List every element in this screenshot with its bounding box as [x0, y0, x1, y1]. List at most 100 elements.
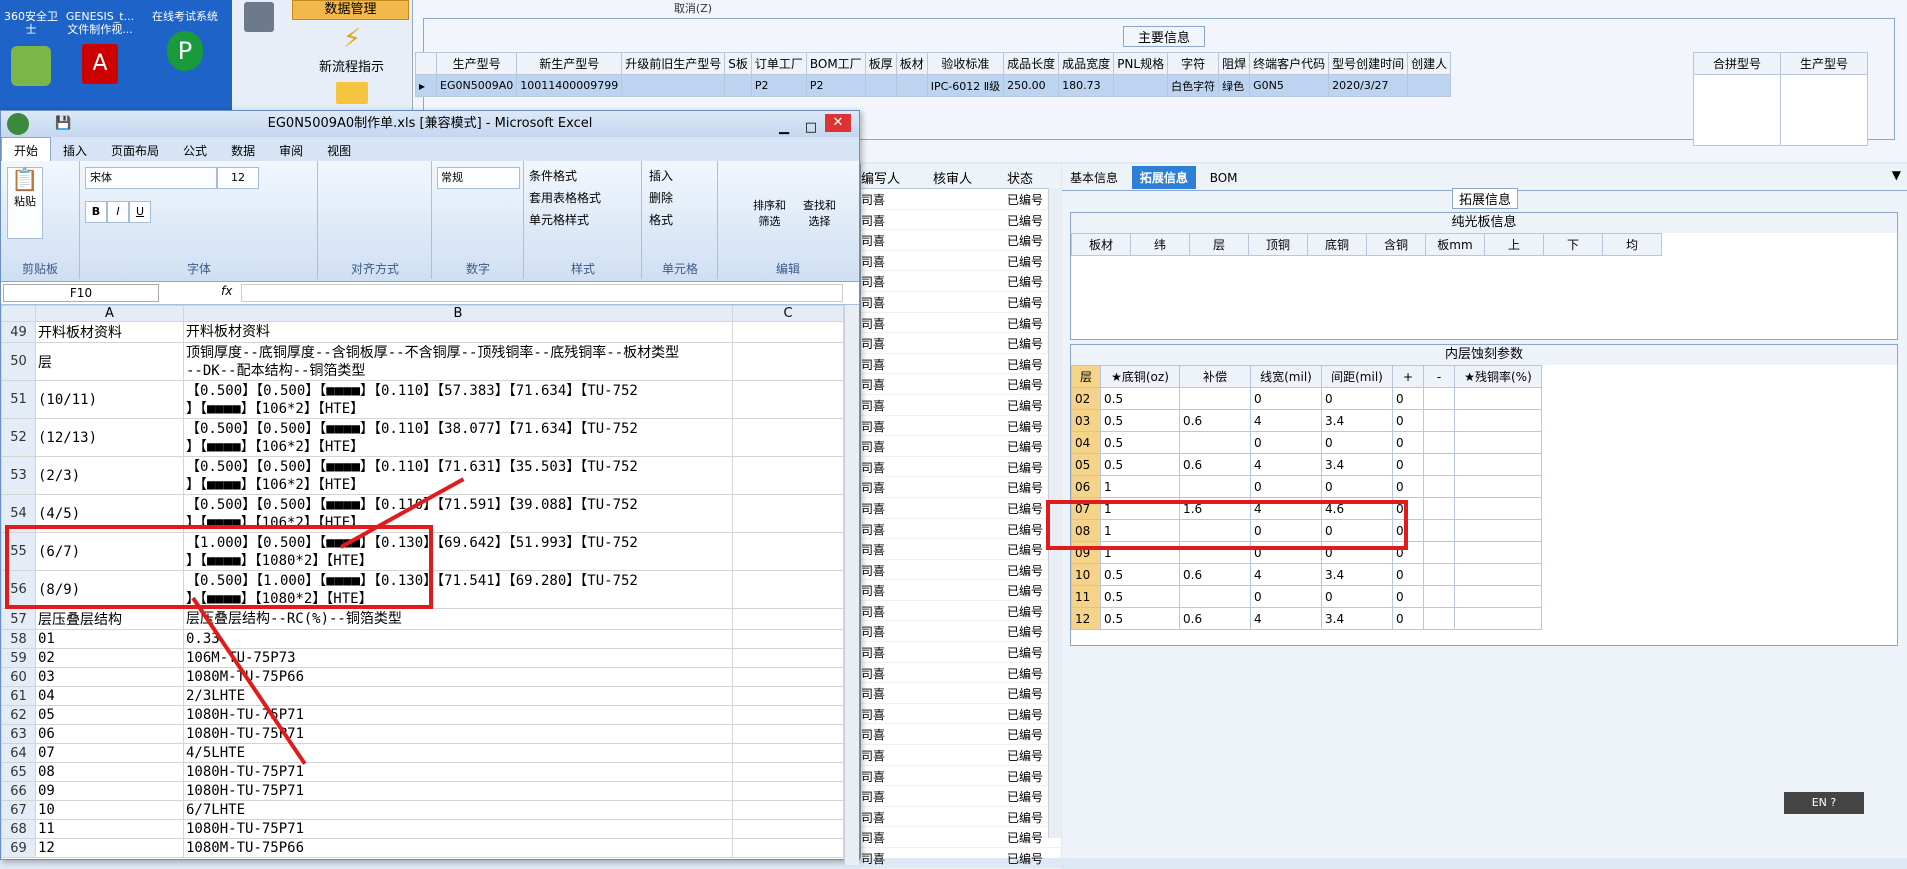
cell-a[interactable]: 层 [35, 342, 184, 381]
list-item[interactable]: 司喜 已编号 [861, 848, 1061, 869]
column-header[interactable]: + [1392, 365, 1424, 388]
paste-button[interactable]: 📋 粘贴 [7, 167, 43, 239]
column-header[interactable]: 升级前旧生产型号 [621, 52, 726, 75]
column-header[interactable]: 均 [1602, 233, 1662, 256]
row-header[interactable]: 57 [1, 608, 36, 630]
cell-a[interactable]: 02 [35, 648, 184, 668]
list-item[interactable]: 司喜 已编号 [861, 292, 1061, 313]
nav-item-data-mgmt[interactable]: 数据管理 [292, 0, 409, 20]
column-header[interactable]: 型号创建时间 [1328, 52, 1409, 75]
list-item[interactable]: 司喜 已编号 [861, 436, 1061, 457]
cell-c[interactable] [732, 781, 844, 801]
cell-b[interactable]: 1080H-TU-75P71 [183, 781, 733, 801]
row-header[interactable]: 58 [1, 629, 36, 649]
cell-b[interactable]: 4/5LHTE [183, 743, 733, 763]
delete-cells-button[interactable]: 删除 [649, 187, 673, 209]
cell-c[interactable] [732, 570, 844, 609]
row-header[interactable]: 61 [1, 686, 36, 706]
list-item[interactable]: 司喜 已编号 [861, 642, 1061, 663]
column-header[interactable]: B [183, 305, 733, 322]
row-header[interactable]: 60 [1, 667, 36, 687]
ribbon-tab-2[interactable]: 页面布局 [99, 138, 171, 163]
list-item[interactable]: 司喜 已编号 [861, 827, 1061, 848]
computer-icon[interactable] [244, 2, 274, 32]
minimize-icon[interactable]: ▁ [779, 115, 789, 141]
cell-b[interactable]: 层压叠层结构--RC(%)--铜箔类型 [183, 608, 733, 630]
list-item[interactable]: 司喜 已编号 [861, 395, 1061, 416]
insert-cells-button[interactable]: 插入 [649, 165, 673, 187]
cell-b[interactable]: 【0.500】【0.500】【■■■■】【0.110】【71.631】【35.5… [183, 456, 733, 495]
column-header[interactable]: 板厚 [864, 52, 897, 75]
formula-input[interactable] [241, 284, 843, 302]
row-header[interactable]: 66 [1, 781, 36, 801]
cell-c[interactable] [732, 418, 844, 457]
sheet-scrollbar[interactable] [844, 305, 859, 865]
function-icon[interactable]: fx [221, 284, 232, 298]
column-header[interactable]: 层 [1189, 233, 1249, 256]
column-header[interactable]: 生产型号 [435, 52, 518, 75]
cell-a[interactable]: 09 [35, 781, 184, 801]
list-item[interactable]: 司喜 已编号 [861, 354, 1061, 375]
column-header[interactable]: 上 [1484, 233, 1544, 256]
cell-b[interactable]: 开料板材资料 [183, 321, 733, 343]
row-header[interactable]: 49 [1, 321, 36, 343]
list-item[interactable]: 司喜 已编号 [861, 189, 1061, 210]
ribbon-tab-6[interactable]: 视图 [315, 138, 363, 163]
column-header[interactable]: 合拼型号 [1693, 52, 1781, 75]
cell-a[interactable]: 12 [35, 838, 184, 858]
table-format-button[interactable]: 套用表格格式 [529, 187, 601, 209]
row-header[interactable]: 63 [1, 724, 36, 744]
list-item[interactable]: 司喜 已编号 [861, 519, 1061, 540]
column-header[interactable]: 补偿 [1179, 365, 1251, 388]
ribbon-tab-0[interactable]: 开始 [1, 137, 52, 163]
cell-b[interactable]: 6/7LHTE [183, 800, 733, 820]
list-item[interactable]: 司喜 已编号 [861, 210, 1061, 231]
cell-b[interactable]: 1080H-TU-75P71 [183, 724, 733, 744]
cell-a[interactable]: (2/3) [35, 456, 184, 495]
italic-button[interactable]: I [107, 201, 129, 223]
list-item[interactable]: 司喜 已编号 [861, 374, 1061, 395]
cell-c[interactable] [732, 648, 844, 668]
row-header[interactable]: 53 [1, 456, 36, 495]
table-row[interactable]: 03 0.5 0.6 4 3.4 0 [1071, 409, 1542, 432]
column-header[interactable]: 创建人 [1407, 52, 1452, 75]
cell-a[interactable]: (10/11) [35, 380, 184, 419]
column-header[interactable]: C [732, 305, 844, 322]
cell-c[interactable] [732, 838, 844, 858]
cell-c[interactable] [732, 629, 844, 649]
list-item[interactable]: 司喜 已编号 [861, 313, 1061, 334]
column-header[interactable]: 字符 [1167, 52, 1220, 75]
cell-c[interactable] [732, 380, 844, 419]
column-header[interactable]: 底铜 [1307, 233, 1367, 256]
cell-c[interactable] [732, 321, 844, 343]
cell-c[interactable] [732, 494, 844, 533]
column-header[interactable]: 编写人 [861, 168, 900, 187]
cell-c[interactable] [732, 608, 844, 630]
column-header[interactable]: 间距(mil) [1321, 365, 1393, 388]
cell-a[interactable]: 03 [35, 667, 184, 687]
list-item[interactable]: 司喜 已编号 [861, 663, 1061, 684]
column-header[interactable]: 板mm [1425, 233, 1485, 256]
ribbon-tab-3[interactable]: 公式 [171, 138, 219, 163]
column-header[interactable]: 成品长度 [1003, 52, 1060, 75]
desktop-icon-exam[interactable]: 在线考试系统 P [140, 10, 230, 71]
column-header[interactable]: 顶铜 [1248, 233, 1308, 256]
close-icon[interactable]: ✕ [825, 114, 851, 132]
column-header[interactable]: - [1423, 365, 1455, 388]
row-header[interactable]: 64 [1, 743, 36, 763]
format-cells-button[interactable]: 格式 [649, 209, 673, 231]
list-item[interactable]: 司喜 已编号 [861, 601, 1061, 622]
cell-a[interactable]: 01 [35, 629, 184, 649]
row-header[interactable]: 65 [1, 762, 36, 782]
font-name-select[interactable]: 宋体 [85, 167, 217, 189]
column-header[interactable]: ★残铜率(%) [1454, 365, 1542, 388]
column-header[interactable]: 状态 [1007, 168, 1033, 187]
column-header[interactable]: 验收标准 [926, 52, 1005, 75]
row-header[interactable]: 67 [1, 800, 36, 820]
list-item[interactable]: 司喜 已编号 [861, 766, 1061, 787]
list-item[interactable]: 司喜 已编号 [861, 498, 1061, 519]
column-header[interactable]: 板材 [1071, 233, 1131, 256]
ribbon-tab-5[interactable]: 审阅 [267, 138, 315, 163]
cell-a[interactable]: 层压叠层结构 [35, 608, 184, 630]
list-item[interactable]: 司喜 已编号 [861, 745, 1061, 766]
